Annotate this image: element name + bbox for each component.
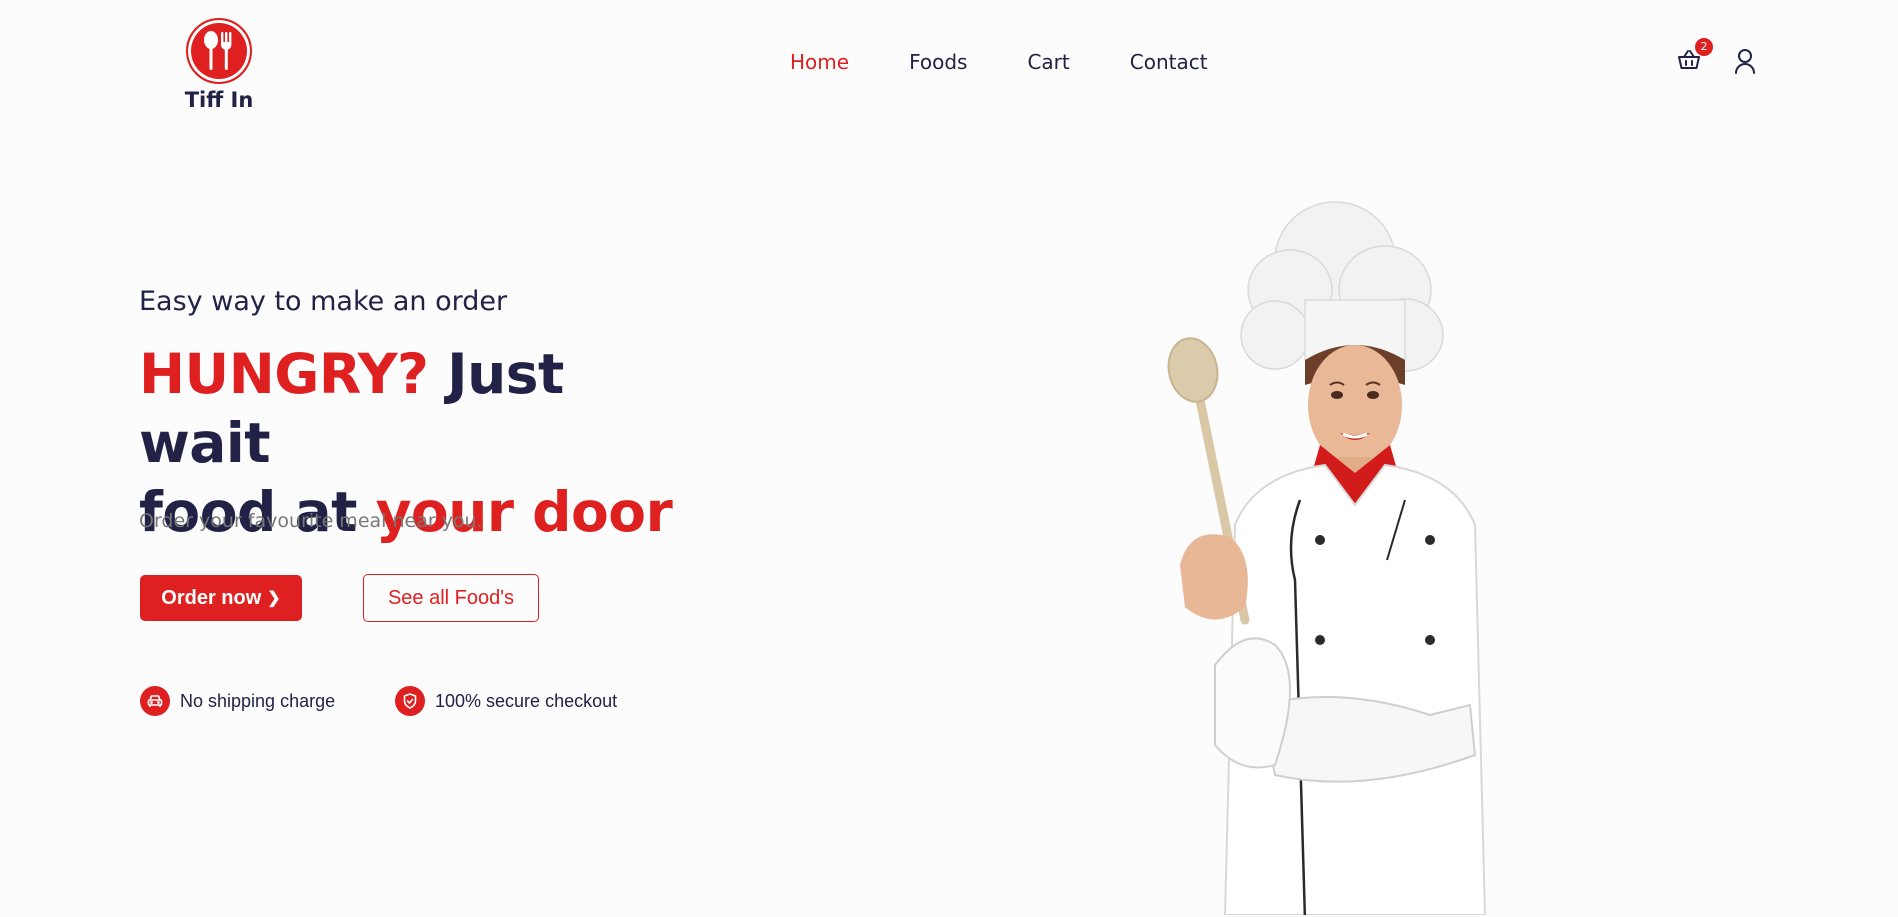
feature-no-shipping: No shipping charge	[140, 686, 335, 716]
cart-count-badge: 2	[1695, 38, 1713, 56]
brand-name: Tiff In	[184, 88, 254, 112]
cart-button[interactable]: 2	[1677, 38, 1713, 76]
car-icon	[140, 686, 170, 716]
brand-logo[interactable]: Tiff In	[185, 18, 253, 112]
feature-secure-checkout: 100% secure checkout	[395, 686, 617, 716]
nav-home[interactable]: Home	[790, 50, 849, 74]
feature-label: No shipping charge	[180, 690, 336, 711]
nav-foods[interactable]: Foods	[909, 50, 967, 74]
spoon-fork-icon	[186, 18, 252, 84]
order-now-button[interactable]: Order now ❯	[140, 575, 302, 621]
nav-cart[interactable]: Cart	[1027, 50, 1069, 74]
user-icon	[1735, 49, 1755, 74]
see-all-foods-button[interactable]: See all Food's	[363, 574, 539, 622]
main-nav: Home Foods Cart Contact	[790, 50, 1268, 74]
shield-check-icon	[395, 686, 425, 716]
user-account-button[interactable]	[1734, 48, 1760, 76]
hero-description: Order your favourite meal near you.	[139, 510, 483, 532]
order-now-label: Order now	[161, 586, 262, 609]
hero-subtitle: Easy way to make an order	[139, 286, 508, 317]
chevron-right-icon: ❯	[267, 590, 281, 607]
chef-image	[1167, 201, 1487, 915]
feature-label: 100% secure checkout	[435, 690, 618, 711]
nav-contact[interactable]: Contact	[1130, 50, 1208, 74]
headline-hungry: HUNGRY?	[139, 342, 429, 406]
